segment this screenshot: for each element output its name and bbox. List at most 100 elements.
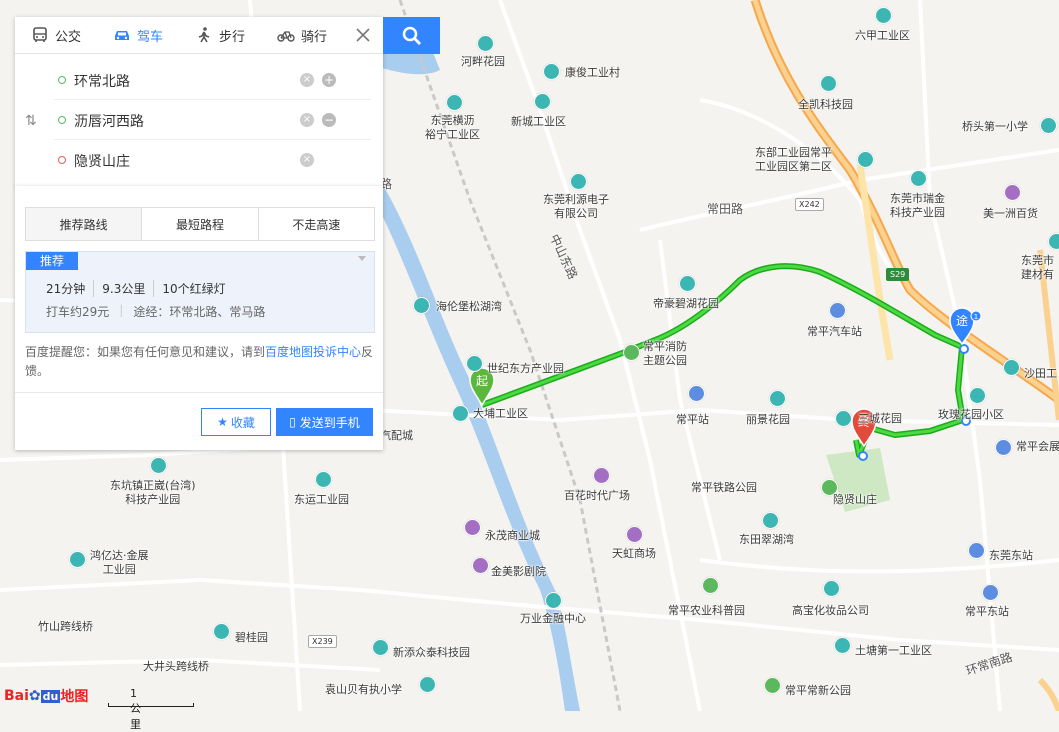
poi-label[interactable]: 常平农业科普园	[668, 604, 745, 618]
poi-label[interactable]: 常平站	[676, 413, 709, 427]
poi-icon[interactable]	[764, 677, 781, 694]
poi-label[interactable]: 常平会展	[1016, 440, 1059, 454]
poi-label[interactable]: 东莞市 建材有	[1021, 254, 1054, 282]
poi-icon[interactable]	[829, 302, 846, 319]
poi-icon[interactable]	[534, 93, 551, 110]
poi-icon[interactable]	[372, 639, 389, 656]
start-input-row[interactable]: 环常北路 × +	[15, 60, 383, 100]
remove-waypoint-icon[interactable]: −	[322, 113, 336, 127]
tab-recommended[interactable]: 推荐路线	[26, 208, 142, 240]
poi-icon[interactable]	[69, 551, 86, 568]
poi-label[interactable]: 百花时代广场	[564, 489, 630, 503]
poi-label[interactable]: 东部工业园常平 工业园区第二区	[755, 146, 832, 174]
poi-label[interactable]: 新城工业区	[511, 115, 566, 129]
poi-label[interactable]: 沙田工	[1024, 367, 1057, 381]
send-to-phone-button[interactable]: ▯ 发送到手机	[276, 408, 373, 436]
poi-icon[interactable]	[570, 173, 587, 190]
tab-bike[interactable]: 骑行	[261, 26, 343, 45]
poi-icon[interactable]	[150, 457, 167, 474]
poi-label[interactable]: 金美影剧院	[491, 565, 546, 579]
poi-icon[interactable]	[968, 542, 985, 559]
poi-label[interactable]: 玫瑰花园小区	[938, 408, 1004, 422]
poi-icon[interactable]	[466, 355, 483, 372]
route-card[interactable]: 推荐 21分钟 9.3公里 10个红绿灯 打车约29元 | 途经：环常北路、常马…	[25, 251, 375, 333]
poi-label[interactable]: 万业金融中心	[520, 612, 586, 626]
poi-label[interactable]: 鸿亿达·金展 工业园	[90, 549, 149, 577]
poi-icon[interactable]	[857, 151, 874, 168]
poi-label[interactable]: 美一洲百货	[983, 207, 1038, 221]
clear-end-icon[interactable]: ×	[300, 153, 314, 167]
poi-icon[interactable]	[969, 387, 986, 404]
close-icon[interactable]	[353, 25, 373, 45]
poi-label[interactable]: 东莞利源电子 有限公司	[543, 193, 609, 221]
poi-icon[interactable]	[769, 390, 786, 407]
start-input[interactable]: 环常北路	[74, 71, 130, 91]
tab-car[interactable]: 驾车	[97, 26, 179, 45]
add-waypoint-icon[interactable]: +	[322, 73, 336, 87]
swap-icon[interactable]: ⇅	[25, 113, 37, 129]
poi-icon[interactable]	[1003, 359, 1020, 376]
poi-icon[interactable]	[702, 577, 719, 594]
poi-icon[interactable]	[413, 297, 430, 314]
via-input[interactable]: 沥唇河西路	[74, 111, 144, 131]
poi-label[interactable]: 六甲工业区	[855, 29, 910, 43]
poi-label[interactable]: 桥头第一小学	[962, 120, 1028, 134]
favorite-button[interactable]: ★ 收藏	[201, 408, 271, 436]
tab-shortest[interactable]: 最短路程	[141, 208, 257, 240]
poi-label[interactable]: 永茂商业城	[485, 529, 540, 543]
poi-icon[interactable]	[452, 405, 469, 422]
tab-no-highway[interactable]: 不走高速	[257, 208, 374, 240]
poi-icon[interactable]	[446, 94, 463, 111]
chevron-down-icon[interactable]	[358, 256, 366, 261]
poi-label[interactable]: 康俊工业村	[565, 66, 620, 80]
poi-icon[interactable]	[477, 35, 494, 52]
poi-label[interactable]: 常平汽车站	[807, 325, 862, 339]
poi-icon[interactable]	[626, 526, 643, 543]
search-button[interactable]	[383, 17, 440, 54]
poi-label[interactable]: 常平消防 主题公园	[643, 340, 687, 368]
poi-icon[interactable]	[545, 592, 562, 609]
poi-label[interactable]: 隐贤山庄	[833, 493, 877, 507]
poi-label[interactable]: 东运工业园	[294, 493, 349, 507]
poi-icon[interactable]	[820, 75, 837, 92]
poi-icon[interactable]	[982, 584, 999, 601]
poi-icon[interactable]	[762, 512, 779, 529]
poi-label[interactable]: 世纪东方产业园	[487, 362, 564, 376]
poi-label[interactable]: 新添众泰科技园	[393, 646, 470, 660]
poi-icon[interactable]	[593, 467, 610, 484]
poi-label[interactable]: 东田翠湖湾	[739, 533, 794, 547]
poi-label[interactable]: 常平常新公园	[785, 684, 851, 698]
poi-label[interactable]: 大埔工业区	[473, 407, 528, 421]
poi-icon[interactable]	[910, 170, 927, 187]
poi-label[interactable]: 三城花园	[858, 412, 902, 426]
via-input-row[interactable]: ⇅ 沥唇河西路 × −	[15, 100, 383, 140]
poi-label[interactable]: 天虹商场	[612, 547, 656, 561]
end-input[interactable]: 隐贤山庄	[74, 151, 130, 171]
poi-label[interactable]: 海伦堡松湖湾	[436, 300, 502, 314]
complaint-center-link[interactable]: 百度地图投诉中心	[265, 345, 361, 359]
poi-icon[interactable]	[464, 519, 481, 536]
poi-label[interactable]: 碧桂园	[235, 631, 268, 645]
poi-icon[interactable]	[472, 557, 489, 574]
poi-icon[interactable]	[213, 623, 230, 640]
poi-label[interactable]: 大井头跨线桥	[143, 660, 209, 674]
poi-icon[interactable]	[623, 344, 640, 361]
poi-label[interactable]: 常平东站	[965, 605, 1009, 619]
poi-icon[interactable]	[1004, 184, 1021, 201]
poi-label[interactable]: 袁山贝有执小学	[325, 683, 402, 697]
end-input-row[interactable]: 隐贤山庄 ×	[15, 140, 383, 180]
poi-icon[interactable]	[835, 410, 852, 427]
poi-icon[interactable]	[315, 471, 332, 488]
poi-icon[interactable]	[688, 385, 705, 402]
poi-icon[interactable]	[823, 580, 840, 597]
poi-label[interactable]: 全凯科技园	[798, 98, 853, 112]
tab-bus[interactable]: 公交	[15, 26, 97, 45]
poi-label[interactable]: 东莞市瑞金 科技产业园	[890, 192, 945, 220]
poi-icon[interactable]	[419, 676, 436, 693]
poi-icon[interactable]	[679, 275, 696, 292]
poi-icon[interactable]	[1040, 117, 1057, 134]
poi-label[interactable]: 高宝化妆品公司	[792, 604, 869, 618]
poi-icon[interactable]	[1048, 233, 1059, 250]
poi-label[interactable]: 帝豪碧湖花园	[653, 297, 719, 311]
poi-label[interactable]: 东莞横沥 裕宁工业区	[425, 114, 480, 142]
